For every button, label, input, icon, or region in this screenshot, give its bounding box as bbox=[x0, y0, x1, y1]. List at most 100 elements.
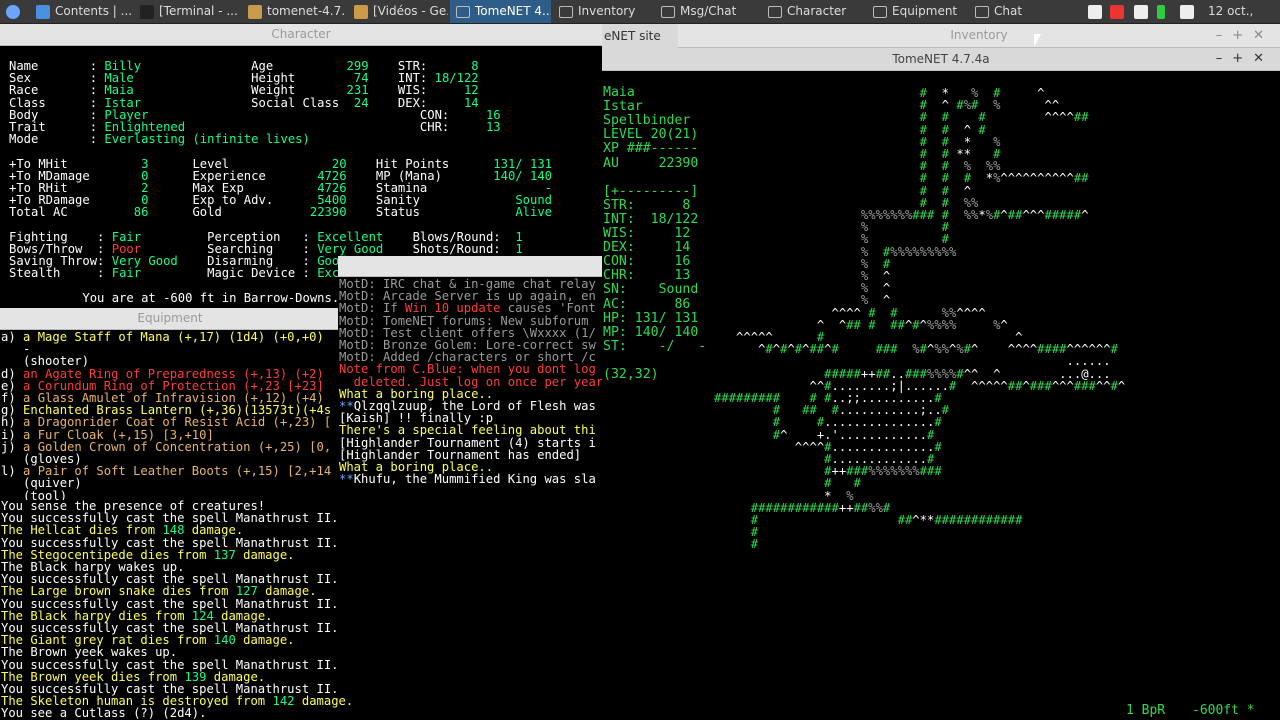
taskbar-item-6[interactable]: Msg/Chat bbox=[655, 0, 760, 23]
sidebar-line: Istar bbox=[603, 99, 643, 115]
inventory-title: Inventory bbox=[950, 28, 1008, 42]
bell-icon[interactable] bbox=[1088, 0, 1102, 23]
sidebar-line: HP: 131/ 131 bbox=[603, 310, 699, 326]
sidebar-text: 140/ 140 bbox=[634, 324, 699, 340]
app-icon bbox=[975, 5, 989, 18]
sidebar-line: AC: 86 bbox=[603, 296, 690, 312]
sidebar-text: DEX: bbox=[603, 240, 675, 256]
equipment-line: a) a Mage Staff of Mana (+,17) (1d4) (+0… bbox=[1, 331, 324, 343]
character-line: You are at -600 ft in Barrow-Downs. bbox=[9, 292, 339, 304]
sidebar-line: Spellbinder bbox=[603, 113, 691, 129]
sidebar-text: INT: bbox=[603, 211, 651, 227]
app-icon bbox=[661, 5, 675, 18]
inventory-window: Inventory –+✕ bbox=[678, 24, 1280, 48]
chat-text: ** bbox=[339, 472, 354, 487]
sidebar-text: AC: bbox=[603, 296, 675, 312]
inventory-titlebar[interactable]: Inventory –+✕ bbox=[678, 24, 1280, 48]
dungeon-map[interactable]: # * % # ^ # ^ #%# % ^^ # # # ^^^^## # # … bbox=[714, 87, 1280, 720]
sidebar-text: 131/ 131 bbox=[634, 310, 699, 326]
taskbar-item-label: [Vidéos - Ge... bbox=[373, 4, 448, 18]
app-icon bbox=[559, 5, 573, 18]
character-text: Status bbox=[346, 205, 516, 220]
sidebar-text: STR: bbox=[603, 197, 683, 213]
sidebar-line: WIS: 12 bbox=[603, 227, 690, 240]
message-text: 142 bbox=[272, 694, 295, 709]
taskbar-item-label: Chat bbox=[994, 4, 1023, 18]
sidebar-text: 20(21) bbox=[650, 127, 699, 143]
sidebar-text: 8 bbox=[682, 197, 691, 213]
sidebar-text: Istar bbox=[603, 99, 643, 115]
taskbar-item-2[interactable]: tomenet-4.7.... bbox=[242, 0, 346, 23]
message-log: You sense the presence of creatures! You … bbox=[1, 500, 602, 720]
taskbar-item-8[interactable]: Equipment bbox=[867, 0, 967, 23]
app-icon bbox=[768, 5, 782, 18]
message-text: damage. bbox=[294, 694, 354, 709]
equipment-text: (tool) bbox=[1, 488, 68, 500]
character-line: Mode : Everlasting (infinite lives) bbox=[9, 133, 310, 145]
character-text: Stealth : bbox=[9, 266, 112, 281]
character-titlebar[interactable]: Character bbox=[0, 24, 602, 46]
message-text: You see a Cutlass (?) (2d4). bbox=[1, 706, 207, 720]
character-text: Exc bbox=[317, 266, 340, 281]
browser-icon bbox=[36, 4, 50, 19]
message-text: damage. bbox=[235, 633, 295, 648]
sidebar-text: ###------ bbox=[626, 141, 699, 157]
sidebar-text: CON: bbox=[603, 254, 675, 270]
sidebar-line: DEX: 14 bbox=[603, 240, 691, 256]
character-text: Shots/Round: bbox=[383, 242, 516, 256]
sidebar-text: XP bbox=[603, 141, 627, 157]
taskbar-item-1[interactable]: [Terminal - ... bbox=[134, 0, 240, 23]
sidebar-text: 16 bbox=[674, 254, 691, 270]
sidebar-line: Maia bbox=[603, 86, 635, 99]
taskbar-item-3[interactable]: [Vidéos - Ge... bbox=[348, 0, 448, 23]
chat-line: **Khufu, the Mummified King was sla bbox=[339, 473, 596, 485]
sidebar-text: 18/122 bbox=[650, 211, 699, 227]
folder-icon bbox=[354, 4, 368, 19]
equipment-line: (tool) bbox=[1, 488, 68, 500]
sidebar-text: AU bbox=[603, 155, 659, 171]
volume-icon[interactable] bbox=[1180, 0, 1194, 23]
site-title[interactable]: eNET site bbox=[602, 24, 678, 48]
sidebar-text: Spellbinder bbox=[603, 113, 691, 129]
taskbar-item-5[interactable]: Inventory bbox=[553, 0, 653, 23]
sidebar-text: (32,32) bbox=[603, 367, 659, 382]
character-text: Total AC bbox=[9, 205, 134, 220]
wifi-icon[interactable] bbox=[1134, 0, 1148, 23]
taskbar-item-label: [Terminal - ... bbox=[159, 4, 238, 18]
taskbar: Contents | ... [Terminal - ... tomenet-4.7… bbox=[0, 0, 1280, 41]
taskbar-item-7[interactable]: Character bbox=[762, 0, 865, 23]
taskbar-item-0[interactable]: Contents | ... bbox=[30, 0, 132, 23]
main-window: TomeNET 4.7.4a –+✕ Maia Istar Spellbinder L… bbox=[602, 48, 1280, 720]
equipment-window: Equipment a) a Mage Staff of Mana (+,17)… bbox=[0, 308, 340, 500]
menu-logo-icon[interactable] bbox=[6, 0, 20, 23]
battery-icon[interactable] bbox=[1157, 0, 1165, 23]
character-text: Gold bbox=[148, 205, 310, 220]
main-titlebar[interactable]: TomeNET 4.7.4a –+✕ bbox=[602, 48, 1280, 71]
chat-titlebar[interactable] bbox=[338, 256, 602, 277]
sidebar-line: ST: -/ - bbox=[603, 340, 706, 353]
taskbar-item-label: Equipment bbox=[892, 4, 958, 18]
record-icon[interactable] bbox=[1110, 0, 1124, 23]
sidebar-line: CON: 16 bbox=[603, 254, 691, 270]
taskbar-item-label: Contents | ... bbox=[55, 4, 132, 18]
map-row: # ##^**############ bbox=[750, 513, 1023, 527]
taskbar-item-9[interactable]: Chat bbox=[969, 0, 1049, 23]
app-icon bbox=[456, 5, 470, 18]
sidebar-text: Sound bbox=[658, 282, 699, 298]
sidebar-line: MP: 140/ 140 bbox=[603, 324, 699, 340]
sidebar-line: AU 22390 bbox=[603, 155, 698, 171]
sidebar-line: STR: 8 bbox=[603, 197, 691, 213]
chat-text: Khufu, the Mummified King was sla bbox=[353, 472, 596, 487]
equipment-list: a) a Mage Staff of Mana (+,17) (1d4) (+0… bbox=[1, 331, 340, 500]
chat-log: MotD: IRC chat & in-game chat relay MotD:… bbox=[339, 278, 602, 488]
message-text: damage. bbox=[235, 547, 295, 562]
taskbar-item-4[interactable]: TomeNET 4.... bbox=[450, 0, 551, 23]
taskbar-item-label: tomenet-4.7.... bbox=[267, 4, 346, 18]
character-text: You are at -600 ft in Barrow-Downs. bbox=[9, 290, 340, 305]
sidebar-text: 14 bbox=[674, 240, 691, 256]
main-window-controls[interactable]: –+✕ bbox=[1216, 48, 1274, 70]
inventory-window-controls[interactable]: –+✕ bbox=[1216, 24, 1274, 47]
clock[interactable]: 12 oct., 14:38 bbox=[1208, 0, 1280, 41]
equipment-titlebar[interactable]: Equipment bbox=[0, 308, 340, 330]
sidebar-text: 13 bbox=[674, 268, 691, 284]
